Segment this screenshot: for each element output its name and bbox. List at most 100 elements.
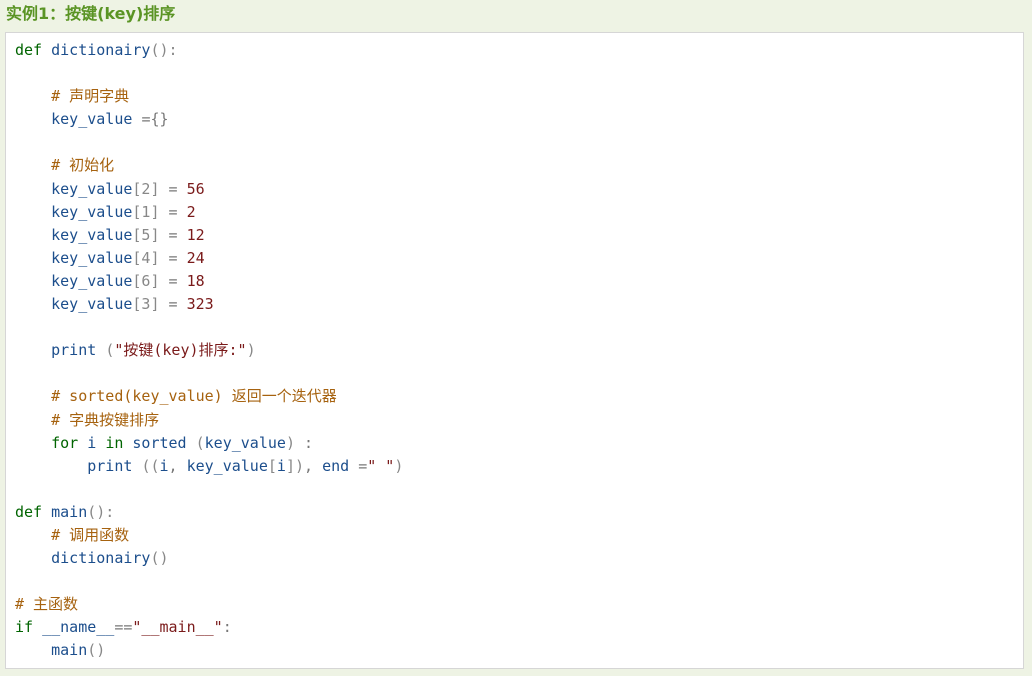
code-identifier: main [51, 502, 88, 521]
code-identifier: key_value [51, 295, 133, 314]
code-identifier: key_value [51, 110, 133, 129]
code-line: ​ [15, 570, 403, 593]
code-number: 2 [186, 202, 196, 221]
code-line: print ("按键(key)排序:") [15, 339, 403, 362]
code-bracket: ) [246, 341, 256, 360]
code-operator: = [168, 225, 178, 244]
code-bracket: [ [267, 456, 277, 475]
code-identifier: sorted [132, 433, 187, 452]
code-line: ​ [15, 316, 403, 339]
code-bracket: ( [195, 433, 205, 452]
code-line: ​ [15, 131, 403, 154]
code-identifier: key_value [204, 433, 286, 452]
code-identifier: main [51, 641, 88, 660]
code-line: # 初始化 [15, 154, 403, 177]
code-line: # 声明字典 [15, 85, 403, 108]
code-keyword: for [51, 433, 79, 452]
code-bracket: [5] [132, 225, 160, 244]
code-operator: = [168, 271, 178, 290]
code-identifier: key_value [186, 456, 268, 475]
code-line: ​ [15, 362, 403, 385]
code-line: for i in sorted (key_value) : [15, 432, 403, 455]
code-line: ​ [15, 478, 403, 501]
code-line: key_value[3] = 323 [15, 293, 403, 316]
code-bracket: ( [105, 341, 115, 360]
code-line: print ((i, key_value[i]), end =" ") [15, 455, 403, 478]
code-string: "按键(key)排序:" [114, 341, 247, 360]
code-block[interactable]: def dictionairy():​ # 声明字典 key_value ={}… [5, 32, 1024, 669]
code-comment: # sorted(key_value) 返回一个迭代器 [51, 387, 337, 406]
code-identifier: print [87, 456, 133, 475]
code-number: 12 [186, 225, 205, 244]
code-keyword: def [15, 502, 43, 521]
code-bracket: [6] [132, 271, 160, 290]
code-operator: , [304, 456, 314, 475]
code-number: 323 [186, 295, 214, 314]
code-line: key_value[1] = 2 [15, 201, 403, 224]
code-identifier: print [51, 341, 97, 360]
code-operator: = [168, 248, 178, 267]
code-identifier: dictionairy [51, 41, 151, 59]
code-operator: = [358, 456, 368, 475]
code-comment: # 主函数 [15, 595, 79, 614]
code-identifier: i [159, 456, 169, 475]
code-comment: # 字典按键排序 [51, 410, 160, 429]
code-identifier: key_value [51, 248, 133, 267]
code-identifier: dictionairy [51, 549, 151, 568]
code-operator: == [114, 618, 133, 637]
code-comment: # 调用函数 [51, 525, 130, 544]
page: 实例1：按键(key)排序 def dictionairy():​ # 声明字典… [0, 0, 1032, 676]
code-identifier: i [276, 456, 286, 475]
code-identifier: key_value [51, 225, 133, 244]
code-line: key_value[5] = 12 [15, 224, 403, 247]
code-string: "__main__" [132, 618, 223, 637]
code-identifier: key_value [51, 179, 133, 198]
code-number: 56 [186, 179, 205, 198]
code-listing: def dictionairy():​ # 声明字典 key_value ={}… [15, 39, 403, 663]
code-identifier: key_value [51, 202, 133, 221]
code-operator: : [222, 618, 232, 637]
code-line: # 主函数 [15, 593, 403, 616]
code-bracket: [1] [132, 202, 160, 221]
code-operator: ={} [141, 110, 169, 129]
code-operator: = [168, 179, 178, 198]
code-operator: = [168, 202, 178, 221]
code-number: 18 [186, 271, 205, 290]
code-operator: , [168, 456, 178, 475]
code-line: # 调用函数 [15, 524, 403, 547]
code-line: def main(): [15, 501, 403, 524]
code-comment: # 声明字典 [51, 87, 130, 106]
code-bracket: ]) [285, 456, 304, 475]
code-keyword: if [15, 618, 34, 637]
code-bracket: (): [87, 502, 115, 521]
code-bracket: ) [394, 456, 404, 475]
